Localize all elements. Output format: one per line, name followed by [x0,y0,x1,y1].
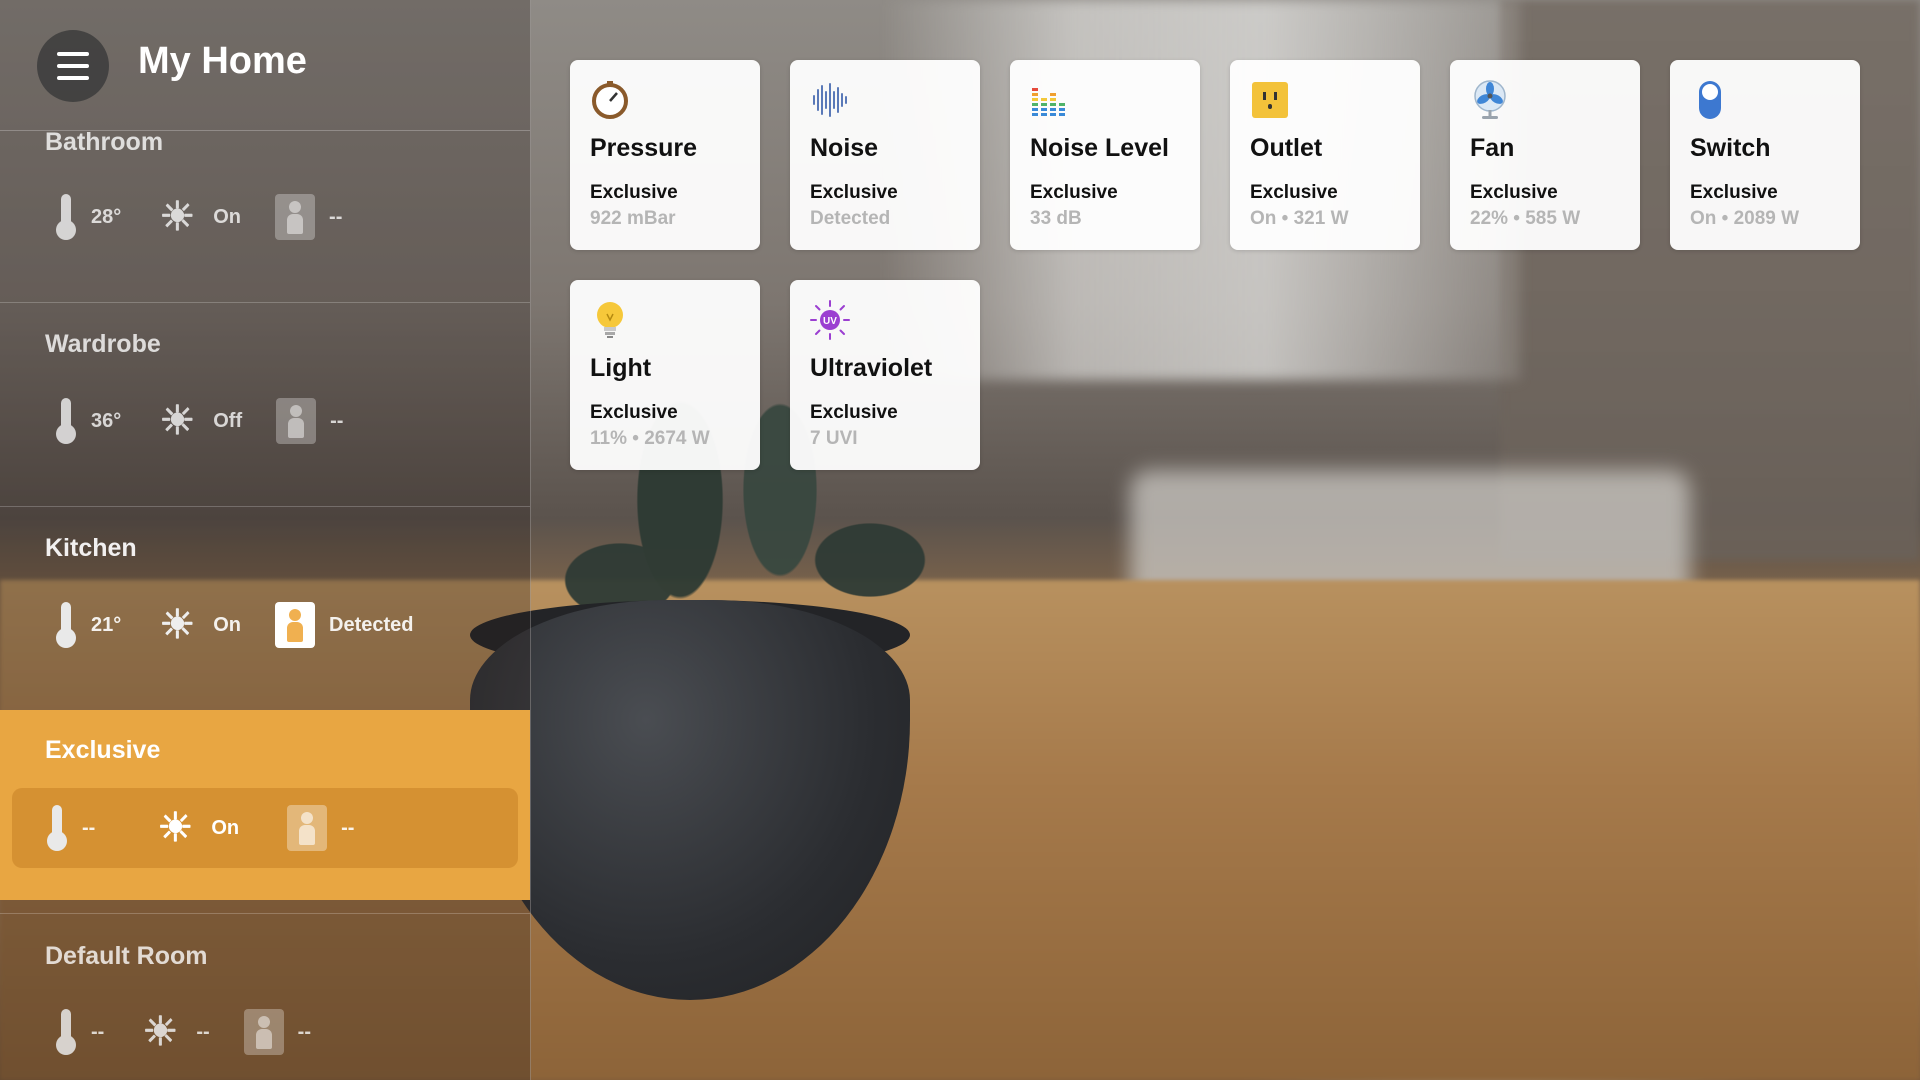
temperature-stat: -- [55,1009,104,1055]
room-name: Wardrobe [45,330,161,358]
room-default-room[interactable]: Default Room -- ☀ -- -- [0,914,530,1080]
sun-icon: ☀ [159,603,196,647]
app-title: My Home [138,40,307,82]
light-stat: ☀ Off [155,399,242,443]
thermometer-icon [55,1009,77,1055]
room-kitchen[interactable]: Kitchen 21° ☀ On Detected [0,507,530,710]
uv-sun-icon: UV [810,300,850,340]
room-name: Exclusive [45,736,161,764]
room-bathroom[interactable]: Bathroom 28° ☀ On -- [0,110,530,300]
accessory-card-light[interactable]: Light Exclusive 11% • 2674 W [570,280,760,470]
temperature-stat: -- [46,805,95,851]
motion-stat: -- [275,194,342,240]
room-exclusive[interactable]: Exclusive -- ☀ On -- [0,710,530,900]
sun-icon: ☀ [159,195,196,239]
temperature-stat: 36° [55,398,121,444]
sun-icon: ☀ [157,806,194,850]
menu-button[interactable] [37,30,109,102]
motion-sensor-icon [275,194,316,240]
accessory-card-switch[interactable]: Switch Exclusive On • 2089 W [1670,60,1860,250]
switch-icon [1699,81,1721,119]
fan-icon [1474,80,1506,119]
accessory-card-pressure[interactable]: Pressure Exclusive 922 mBar [570,60,760,250]
thermometer-icon [55,398,77,444]
room-name: Default Room [45,942,208,970]
accessory-card-noise-level[interactable]: Noise Level Exclusive 33 dB [1010,60,1200,250]
room-stats: 28° ☀ On -- [55,187,376,247]
lightbulb-icon [597,302,623,338]
svg-text:UV: UV [823,316,837,327]
room-name: Kitchen [45,534,137,562]
accessory-card-outlet[interactable]: Outlet Exclusive On • 321 W [1230,60,1420,250]
equalizer-icon [1032,88,1065,116]
room-stats: 36° ☀ Off -- [55,391,377,451]
light-stat: ☀ On [155,603,241,647]
light-stat: ☀ On [155,195,241,239]
temperature-stat: 21° [55,602,121,648]
motion-sensor-icon [276,398,317,444]
temperature-stat: 28° [55,194,121,240]
thermometer-icon [46,805,68,851]
sun-icon: ☀ [159,399,196,443]
accessory-card-ultraviolet[interactable]: UV Ultraviolet Exclusive 7 UVI [790,280,980,470]
room-name: Bathroom [45,128,164,156]
pressure-gauge-icon [592,81,628,119]
room-stats: -- ☀ On -- [46,798,388,858]
motion-sensor-icon [287,805,328,851]
accessory-card-fan[interactable]: Fan Exclusive 22% • 585 W [1450,60,1640,250]
rooms-sidebar: My Home Bathroom 28° ☀ On -- Wardrobe 36… [0,0,531,1080]
room-stats: 21° ☀ On Detected [55,595,448,655]
room-wardrobe[interactable]: Wardrobe 36° ☀ Off -- [0,303,530,506]
accessory-card-noise[interactable]: Noise Exclusive Detected [790,60,980,250]
sound-wave-icon [813,83,847,117]
thermometer-icon [55,602,77,648]
light-stat: ☀ On [153,806,239,850]
motion-stat: Detected [275,602,414,648]
motion-stat: -- [243,1009,311,1055]
hamburger-icon [57,52,89,56]
light-stat: ☀ -- [138,1010,209,1054]
motion-stat: -- [276,398,343,444]
outlet-icon [1252,82,1288,118]
motion-stat: -- [287,805,354,851]
motion-sensor-icon [243,1009,284,1055]
room-stats: -- ☀ -- -- [55,1002,345,1062]
sun-icon: ☀ [142,1010,179,1054]
motion-sensor-icon [275,602,316,648]
thermometer-icon [55,194,77,240]
